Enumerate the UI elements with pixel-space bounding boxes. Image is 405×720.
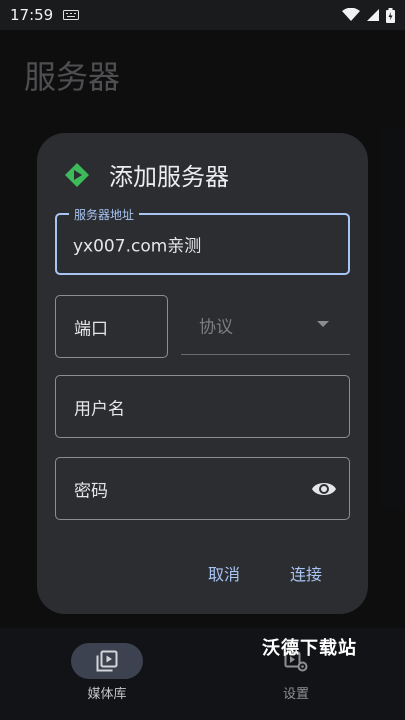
nav-item-media-library[interactable]: 媒体库 xyxy=(57,643,157,713)
dialog-title: 添加服务器 xyxy=(109,163,229,191)
protocol-dropdown[interactable]: 协议 xyxy=(181,295,350,355)
dialog-header: 添加服务器 xyxy=(63,157,229,192)
nav-active-indicator xyxy=(71,643,143,679)
cancel-button[interactable]: 取消 xyxy=(197,557,251,589)
media-library-icon xyxy=(96,650,118,672)
signal-icon xyxy=(367,9,379,21)
username-field[interactable]: 用户名 xyxy=(55,375,350,438)
dropdown-arrow-icon xyxy=(317,321,329,327)
nav-label-media-library: 媒体库 xyxy=(87,687,127,702)
port-field[interactable]: 端口 xyxy=(55,295,168,358)
keyboard-icon xyxy=(63,10,80,20)
connect-button[interactable]: 连接 xyxy=(279,557,333,589)
port-placeholder: 端口 xyxy=(74,319,108,339)
server-address-value[interactable]: yx007.com亲测 xyxy=(73,232,201,257)
watermark-text: 沃德下载站 xyxy=(262,638,357,659)
protocol-placeholder: 协议 xyxy=(199,317,233,337)
battery-icon xyxy=(386,7,395,23)
status-bar: 17:59 xyxy=(0,0,405,30)
status-time: 17:59 xyxy=(10,6,54,24)
server-address-label: 服务器地址 xyxy=(69,206,140,223)
add-server-dialog: 添加服务器 服务器地址 yx007.com亲测 端口 协议 用户名 密码 取消 … xyxy=(37,133,368,614)
username-placeholder: 用户名 xyxy=(74,399,125,419)
nav-label-settings: 设置 xyxy=(282,687,309,702)
wifi-icon xyxy=(342,8,360,21)
server-address-field[interactable]: 服务器地址 yx007.com亲测 xyxy=(55,206,350,275)
password-placeholder: 密码 xyxy=(74,481,108,501)
app-logo-icon xyxy=(65,162,89,187)
show-password-icon[interactable] xyxy=(311,477,337,501)
dialog-actions: 取消 连接 xyxy=(37,557,368,587)
password-field[interactable]: 密码 xyxy=(55,457,350,520)
